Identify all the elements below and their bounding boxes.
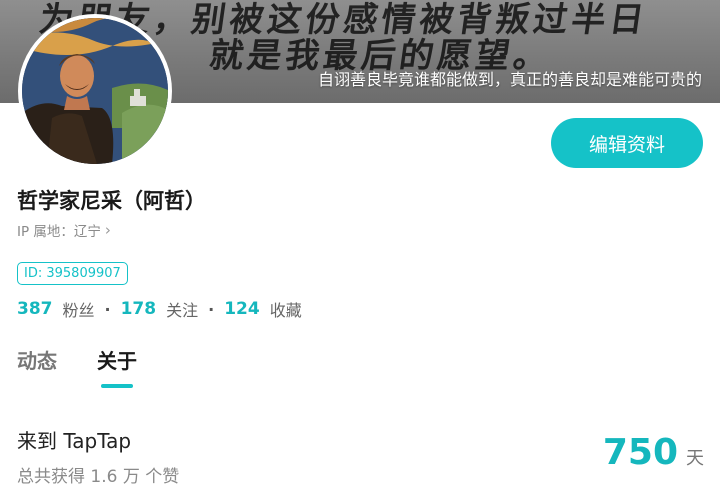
joined-taptap-title: 来到 TapTap <box>17 429 132 453</box>
stats-separator: · <box>208 299 215 319</box>
edit-profile-button[interactable]: 编辑资料 <box>551 118 703 168</box>
tab-about[interactable]: 关于 <box>97 345 137 388</box>
followers-count[interactable]: 387 <box>17 299 53 319</box>
profile-tabs: 动态 关于 <box>17 345 137 388</box>
profile-stats: 387 粉丝 · 178 关注 · 124 收藏 <box>17 297 302 321</box>
total-likes-text: 总共获得 1.6 万 个赞 <box>17 467 180 487</box>
following-count[interactable]: 178 <box>121 299 157 319</box>
days-value: 750 <box>602 432 678 473</box>
following-label[interactable]: 关注 <box>166 297 198 321</box>
tab-activity[interactable]: 动态 <box>17 345 57 374</box>
banner-quote: 自诩善良毕竟谁都能做到，真正的善良却是难能可贵的 <box>317 70 702 89</box>
favorites-label[interactable]: 收藏 <box>270 297 302 321</box>
user-id-badge[interactable]: ID: 395809907 <box>17 262 128 285</box>
ip-location-label: IP 属地：辽宁 <box>17 224 101 240</box>
avatar[interactable] <box>18 14 172 168</box>
stats-separator: · <box>104 299 111 319</box>
days-on-taptap: 750 天 <box>603 432 704 473</box>
chevron-right-icon: › <box>104 221 111 239</box>
ip-location-row[interactable]: IP 属地：辽宁 › <box>17 220 111 240</box>
days-unit: 天 <box>686 448 704 469</box>
favorites-count[interactable]: 124 <box>224 299 260 319</box>
avatar-painting <box>22 18 168 164</box>
followers-label[interactable]: 粉丝 <box>63 297 95 321</box>
profile-username: 哲学家尼采（阿哲） <box>17 189 206 213</box>
